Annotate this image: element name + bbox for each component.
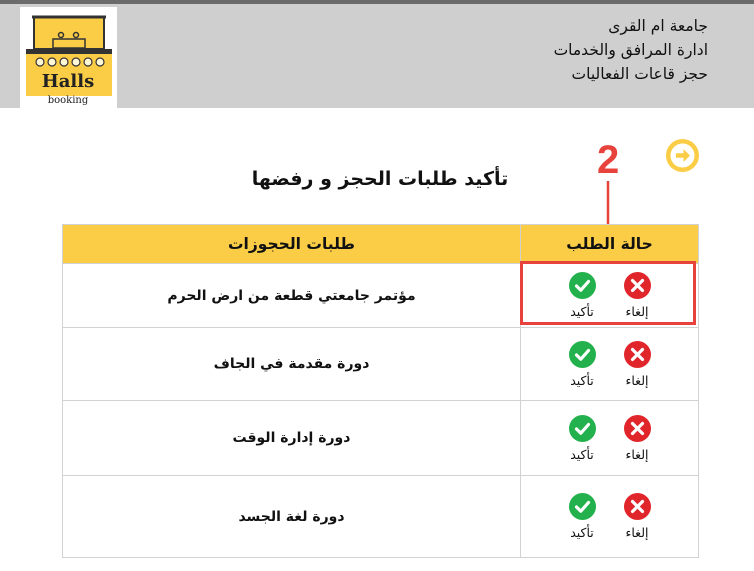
- system-name: حجز قاعات الفعاليات: [571, 65, 708, 83]
- table-header-row: حالة الطلب طلبات الحجوزات: [62, 224, 699, 264]
- table-row: إلغاء تأكيد دورة إدارة الوقت: [62, 400, 699, 476]
- request-name-cell: دورة مقدمة في الجاف: [62, 327, 521, 401]
- cancel-x-icon: [623, 414, 651, 442]
- request-name-cell: دورة إدارة الوقت: [62, 400, 521, 476]
- annotation-highlight-box: [520, 261, 696, 325]
- cancel-button[interactable]: إلغاء: [623, 493, 651, 540]
- table-row: إلغاء تأكيد دورة لغة الجسد: [62, 475, 699, 558]
- cancel-label: إلغاء: [625, 372, 649, 388]
- confirm-check-icon: [568, 414, 596, 442]
- confirm-button[interactable]: تأكيد: [568, 414, 596, 462]
- confirm-button[interactable]: تأكيد: [568, 493, 596, 540]
- logo-title: Halls: [42, 71, 94, 92]
- cancel-x-icon: [623, 340, 651, 368]
- university-name: جامعة ام القرى: [608, 17, 708, 35]
- cancel-button[interactable]: إلغاء: [623, 414, 651, 462]
- request-name-cell: مؤتمر جامعتي قطعة من ارض الحرم: [62, 263, 521, 328]
- logo-subtitle: booking: [48, 95, 89, 106]
- requests-column-header: طلبات الحجوزات: [62, 224, 521, 264]
- table-row: إلغاء تأكيد دورة مقدمة في الجاف: [62, 327, 699, 401]
- cancel-x-icon: [623, 493, 651, 520]
- arrow-right-icon: [670, 143, 695, 168]
- confirm-check-icon: [568, 493, 596, 520]
- cancel-label: إلغاء: [625, 525, 649, 540]
- confirm-check-icon: [568, 340, 596, 368]
- university-info: جامعة ام القرى ادارة المرافق والخدمات حج…: [554, 14, 708, 86]
- status-column-header: حالة الطلب: [520, 224, 699, 264]
- cancel-label: إلغاء: [625, 446, 649, 462]
- status-cell: إلغاء تأكيد: [520, 475, 699, 558]
- confirm-label: تأكيد: [570, 446, 594, 462]
- confirm-label: تأكيد: [570, 372, 594, 388]
- cancel-button[interactable]: إلغاء: [623, 340, 651, 388]
- header-bar: Halls booking جامعة ام القرى ادارة المرا…: [0, 0, 754, 110]
- annotation-number: 2: [597, 138, 620, 182]
- back-arrow-button[interactable]: [666, 139, 699, 172]
- halls-booking-logo: Halls booking: [20, 7, 117, 110]
- page-title: تأكيد طلبات الحجز و رفضها: [251, 168, 509, 190]
- request-name-cell: دورة لغة الجسد: [62, 475, 521, 558]
- status-cell: إلغاء تأكيد: [520, 327, 699, 401]
- status-cell: إلغاء تأكيد: [520, 400, 699, 476]
- confirm-button[interactable]: تأكيد: [568, 340, 596, 388]
- confirm-label: تأكيد: [570, 525, 594, 540]
- department-name: ادارة المرافق والخدمات: [553, 41, 708, 59]
